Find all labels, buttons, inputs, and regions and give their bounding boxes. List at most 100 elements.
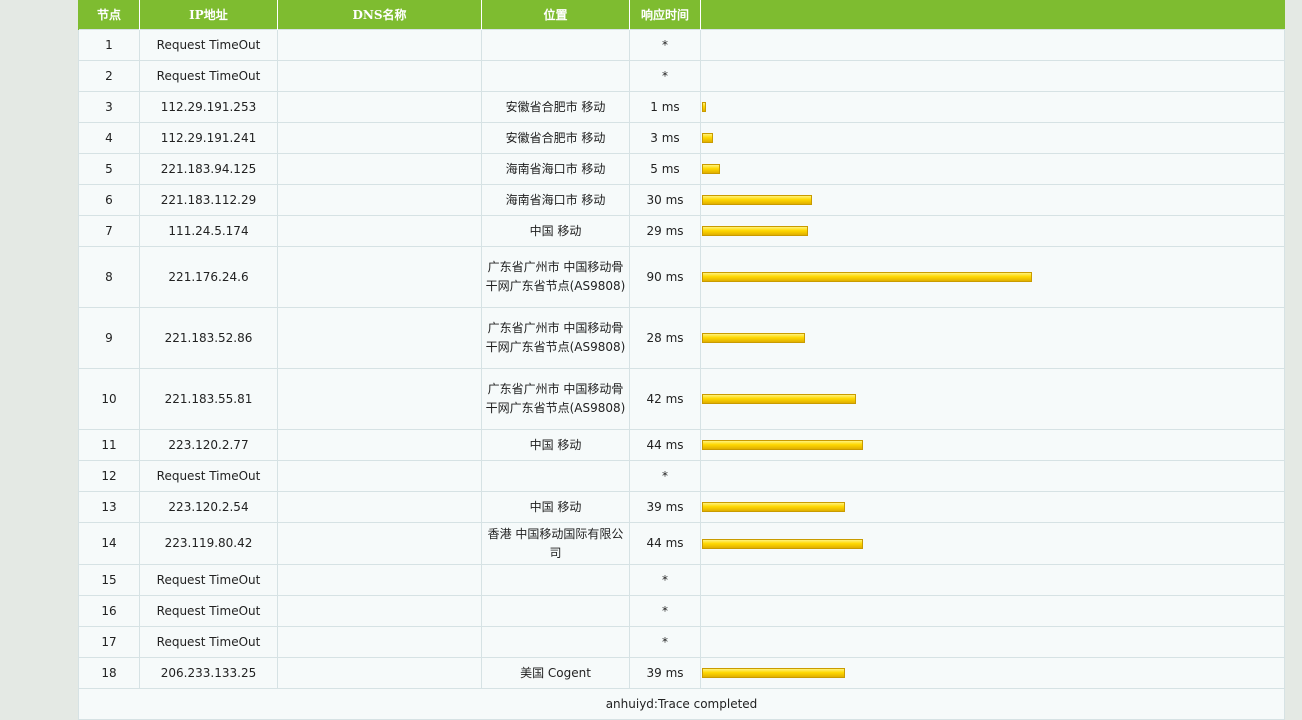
- table-row: 13 223.120.2.54 中国 移动 39 ms: [78, 491, 1285, 523]
- location-cell: [481, 460, 630, 492]
- dns-cell: [277, 429, 482, 461]
- dns-cell: [277, 522, 482, 565]
- latency-bar-cell: [700, 429, 1285, 461]
- table-row: 17 Request TimeOut *: [78, 626, 1285, 658]
- location-cell: [481, 564, 630, 596]
- response-time-cell: 42 ms: [629, 368, 701, 430]
- latency-bar-cell: [700, 29, 1285, 61]
- location-cell: 海南省海口市 移动: [481, 184, 630, 216]
- ip-cell: Request TimeOut: [139, 460, 278, 492]
- table-row: 15 Request TimeOut *: [78, 564, 1285, 596]
- hop-cell: 10: [78, 368, 140, 430]
- response-time-cell: 28 ms: [629, 307, 701, 369]
- latency-bar-cell: [700, 522, 1285, 565]
- ip-cell: 221.183.55.81: [139, 368, 278, 430]
- ip-cell: Request TimeOut: [139, 626, 278, 658]
- traceroute-table: 节点 IP地址 DNS名称 位置 响应时间 1 Request TimeOut * 2…: [78, 0, 1285, 720]
- table-row: 14 223.119.80.42 香港 中国移动国际有限公司 44 ms: [78, 522, 1285, 565]
- hop-cell: 5: [78, 153, 140, 185]
- ip-cell: 221.183.52.86: [139, 307, 278, 369]
- ip-cell: 206.233.133.25: [139, 657, 278, 689]
- dns-cell: [277, 215, 482, 247]
- latency-bar-cell: [700, 91, 1285, 123]
- dns-cell: [277, 153, 482, 185]
- ip-cell: 223.120.2.54: [139, 491, 278, 523]
- latency-bar: [702, 164, 720, 174]
- latency-bar: [702, 272, 1032, 282]
- response-time-cell: 3 ms: [629, 122, 701, 154]
- dns-cell: [277, 246, 482, 308]
- dns-cell: [277, 491, 482, 523]
- latency-bar: [702, 226, 808, 236]
- latency-bar: [702, 195, 812, 205]
- hop-cell: 9: [78, 307, 140, 369]
- location-cell: 香港 中国移动国际有限公司: [481, 522, 630, 565]
- location-cell: 广东省广州市 中国移动骨干网广东省节点(AS9808): [481, 307, 630, 369]
- traceroute-panel: 节点 IP地址 DNS名称 位置 响应时间 1 Request TimeOut * 2…: [78, 0, 1285, 720]
- hop-cell: 2: [78, 60, 140, 92]
- hop-cell: 8: [78, 246, 140, 308]
- latency-bar-cell: [700, 491, 1285, 523]
- latency-bar-cell: [700, 564, 1285, 596]
- header-location: 位置: [481, 0, 630, 30]
- table-row: 2 Request TimeOut *: [78, 60, 1285, 92]
- response-time-cell: 39 ms: [629, 491, 701, 523]
- location-cell: 中国 移动: [481, 215, 630, 247]
- response-time-cell: *: [629, 29, 701, 61]
- ip-cell: 223.120.2.77: [139, 429, 278, 461]
- table-row: 7 111.24.5.174 中国 移动 29 ms: [78, 215, 1285, 247]
- dns-cell: [277, 184, 482, 216]
- location-cell: 安徽省合肥市 移动: [481, 122, 630, 154]
- ip-cell: Request TimeOut: [139, 595, 278, 627]
- latency-bar: [702, 502, 845, 512]
- latency-bar-cell: [700, 153, 1285, 185]
- latency-bar-cell: [700, 595, 1285, 627]
- response-time-cell: 44 ms: [629, 522, 701, 565]
- ip-cell: 221.183.94.125: [139, 153, 278, 185]
- latency-bar-cell: [700, 657, 1285, 689]
- response-time-cell: 5 ms: [629, 153, 701, 185]
- ip-cell: 112.29.191.241: [139, 122, 278, 154]
- table-row: 10 221.183.55.81 广东省广州市 中国移动骨干网广东省节点(AS980…: [78, 368, 1285, 430]
- footer-row: anhuiyd:Trace completed: [78, 688, 1285, 720]
- latency-bar: [702, 538, 863, 549]
- response-time-cell: *: [629, 460, 701, 492]
- table-header-row: 节点 IP地址 DNS名称 位置 响应时间: [78, 0, 1285, 30]
- latency-bar: [702, 333, 805, 343]
- hop-cell: 12: [78, 460, 140, 492]
- table-row: 1 Request TimeOut *: [78, 29, 1285, 61]
- response-time-cell: 29 ms: [629, 215, 701, 247]
- table-row: 11 223.120.2.77 中国 移动 44 ms: [78, 429, 1285, 461]
- ip-cell: Request TimeOut: [139, 564, 278, 596]
- hop-cell: 17: [78, 626, 140, 658]
- ip-cell: Request TimeOut: [139, 60, 278, 92]
- ip-cell: 223.119.80.42: [139, 522, 278, 565]
- hop-cell: 13: [78, 491, 140, 523]
- latency-bar: [702, 394, 856, 404]
- latency-bar: [702, 133, 713, 143]
- location-cell: [481, 29, 630, 61]
- hop-cell: 1: [78, 29, 140, 61]
- response-time-cell: *: [629, 626, 701, 658]
- response-time-cell: 1 ms: [629, 91, 701, 123]
- dns-cell: [277, 307, 482, 369]
- ip-cell: 221.183.112.29: [139, 184, 278, 216]
- location-cell: 安徽省合肥市 移动: [481, 91, 630, 123]
- table-row: 9 221.183.52.86 广东省广州市 中国移动骨干网广东省节点(AS9808…: [78, 307, 1285, 369]
- location-cell: [481, 595, 630, 627]
- location-cell: 中国 移动: [481, 491, 630, 523]
- latency-bar-cell: [700, 184, 1285, 216]
- table-row: 16 Request TimeOut *: [78, 595, 1285, 627]
- header-dns: DNS名称: [277, 0, 482, 30]
- latency-bar-cell: [700, 215, 1285, 247]
- dns-cell: [277, 122, 482, 154]
- latency-bar-cell: [700, 60, 1285, 92]
- latency-bar-cell: [700, 246, 1285, 308]
- latency-bar: [702, 102, 706, 112]
- hop-cell: 11: [78, 429, 140, 461]
- dns-cell: [277, 460, 482, 492]
- hop-cell: 15: [78, 564, 140, 596]
- location-cell: [481, 626, 630, 658]
- table-row: 5 221.183.94.125 海南省海口市 移动 5 ms: [78, 153, 1285, 185]
- table-row: 6 221.183.112.29 海南省海口市 移动 30 ms: [78, 184, 1285, 216]
